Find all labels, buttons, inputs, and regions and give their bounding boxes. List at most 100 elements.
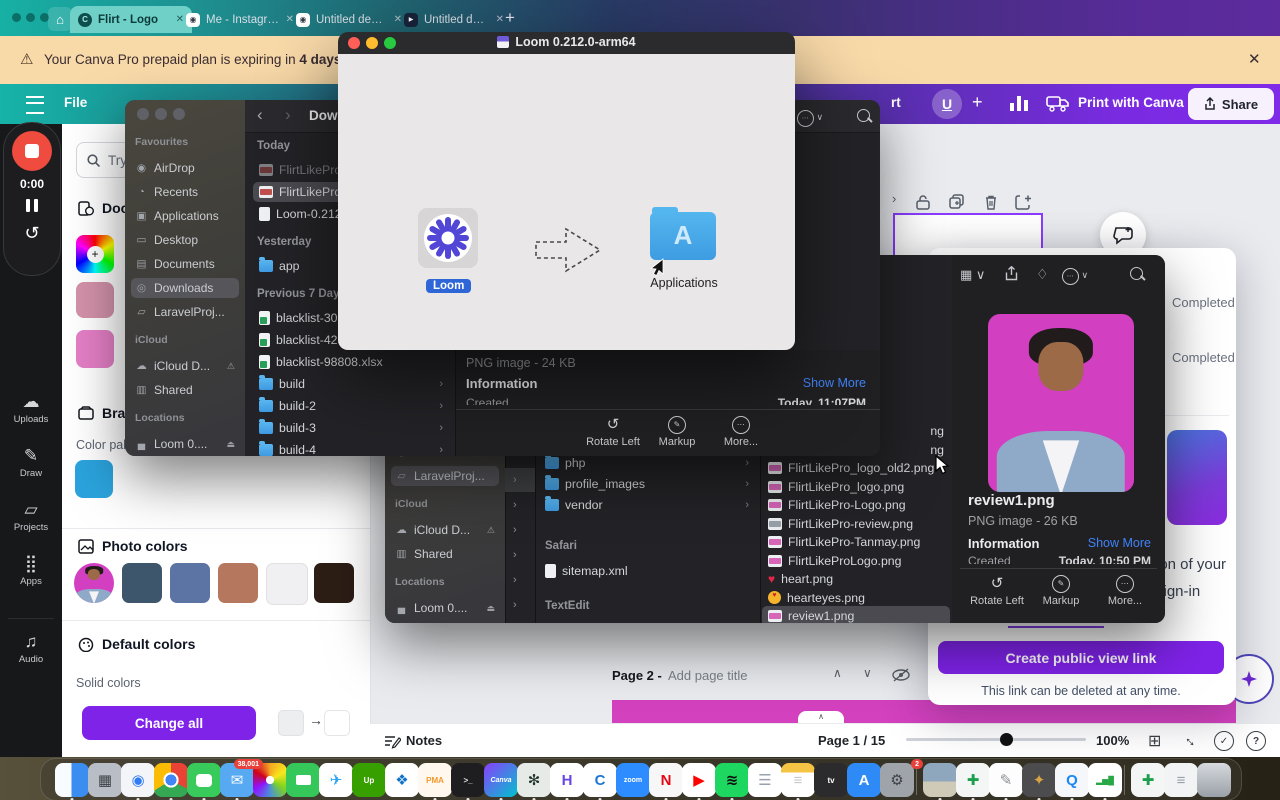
show-more-link[interactable]: Show More: [803, 376, 866, 390]
grid-view-icon[interactable]: ⊞: [1148, 731, 1161, 751]
menu-icon[interactable]: [26, 96, 44, 114]
window-control-dot[interactable]: [12, 13, 21, 22]
photo-thumbnail[interactable]: [74, 563, 114, 603]
notes-button[interactable]: Notes: [406, 733, 442, 748]
dock-item-notes[interactable]: ≡: [781, 763, 815, 797]
dock-item-finder[interactable]: [55, 763, 89, 797]
dock-item-zoom[interactable]: zoom: [616, 763, 650, 797]
zoom-window-button[interactable]: [173, 108, 185, 120]
dock-item-safari[interactable]: ◉: [121, 763, 155, 797]
dock-item-quicktime[interactable]: Q: [1055, 763, 1089, 797]
sidebar-item-shared[interactable]: ▥Shared: [391, 544, 499, 564]
file-row[interactable]: build-2›: [253, 396, 449, 416]
page-title-placeholder[interactable]: Add page title: [668, 668, 748, 683]
move-page-up-icon[interactable]: ∧: [833, 666, 842, 680]
sidebar-item-loom-0-[interactable]: ▄Loom 0....⏏: [131, 434, 239, 454]
sidebar-item-apps[interactable]: ⣿Apps: [0, 554, 62, 587]
browser-tab[interactable]: ◉Untitled design - In...✕: [288, 6, 410, 33]
file-row[interactable]: FlirtLikeProLogo.png: [762, 551, 950, 571]
add-page-icon[interactable]: [1014, 193, 1032, 211]
file-row[interactable]: hearteyes.png: [762, 588, 950, 608]
dock-item-appstore[interactable]: A: [847, 763, 881, 797]
show-more-link[interactable]: Show More: [1088, 536, 1151, 550]
loom-installer-window[interactable]: Loom 0.212.0-arm64 Loom: [338, 32, 795, 350]
photo-color-swatch[interactable]: [314, 563, 354, 603]
print-truck-icon[interactable]: [1046, 93, 1070, 113]
fullscreen-icon[interactable]: ↔: [1180, 729, 1203, 752]
dock-item-keychain[interactable]: ✦: [1022, 763, 1056, 797]
eject-icon[interactable]: ⏏: [486, 603, 495, 614]
sidebar-item-projects[interactable]: ▱Projects: [0, 500, 62, 533]
source-color-swatch[interactable]: [278, 710, 304, 736]
change-all-button[interactable]: Change all: [82, 706, 256, 740]
more-button[interactable]: ⋯: [1085, 574, 1165, 593]
file-row[interactable]: blacklist-98808.xlsx: [253, 352, 449, 372]
sidebar-item-uploads[interactable]: ☁Uploads: [0, 392, 62, 425]
dock-item-reminders[interactable]: ☰: [748, 763, 782, 797]
hide-page-icon[interactable]: [891, 667, 911, 683]
loom-app-icon[interactable]: [418, 208, 478, 268]
dock-item-phpmyadmin[interactable]: PMA: [418, 763, 452, 797]
icon-view-icon[interactable]: ▦ ∨: [960, 267, 985, 283]
dock-item-messages[interactable]: [187, 763, 221, 797]
sidebar-item-audio[interactable]: ♫Audio: [0, 632, 62, 665]
photo-color-swatch[interactable]: [266, 563, 308, 605]
photo-color-swatch[interactable]: [170, 563, 210, 603]
search-icon[interactable]: [1130, 267, 1143, 280]
dock-item-terminal[interactable]: >_: [451, 763, 485, 797]
sidebar-item-draw[interactable]: ✎Draw: [0, 446, 62, 479]
sidebar-item-recents[interactable]: ◔Recents: [131, 182, 239, 202]
search-icon[interactable]: [857, 109, 870, 122]
file-row[interactable]: build-3›: [253, 418, 449, 438]
file-row[interactable]: vendor›: [539, 495, 755, 515]
banner-close-icon[interactable]: ✕: [1248, 50, 1261, 68]
restart-record-icon[interactable]: ↺: [4, 223, 60, 244]
zoom-slider[interactable]: [906, 738, 1086, 741]
create-public-view-link-button[interactable]: Create public view link: [938, 641, 1224, 674]
browser-tab[interactable]: ▶Untitled design - M...✕: [396, 6, 512, 33]
dock-item-appletv[interactable]: tv: [814, 763, 848, 797]
forward-icon[interactable]: ›: [285, 105, 291, 125]
sidebar-item-documents[interactable]: ▤Documents: [131, 254, 239, 274]
saved-check-icon[interactable]: ✓: [1214, 731, 1234, 751]
sidebar-item-icloud-d-[interactable]: ☁iCloud D...⚠: [131, 356, 239, 376]
sidebar-item-shared[interactable]: ▥Shared: [131, 380, 239, 400]
back-icon[interactable]: ‹: [257, 105, 263, 125]
sidebar-item-laravelproj-[interactable]: ▱LaravelProj...: [131, 302, 239, 322]
file-row[interactable]: build-4›: [253, 440, 449, 456]
photo-color-swatch[interactable]: [218, 563, 258, 603]
file-row[interactable]: build›: [253, 374, 449, 394]
rotate-fragment-icon[interactable]: ›: [892, 191, 896, 206]
sidebar-item-downloads[interactable]: ◎Downloads: [131, 278, 239, 298]
minimize-window-button[interactable]: [155, 108, 167, 120]
more-actions-icon[interactable]: ⋯ ∨: [797, 108, 823, 127]
dock-item-trash[interactable]: [1197, 763, 1231, 797]
chart-icon[interactable]: [1008, 93, 1030, 113]
more-actions-icon[interactable]: ⋯ ∨: [1062, 266, 1088, 285]
file-row[interactable]: php›: [539, 453, 755, 473]
add-color-swatch[interactable]: +: [76, 235, 114, 273]
underline-button[interactable]: U: [932, 89, 962, 119]
file-row[interactable]: FlirtLikePro-Tanmay.png: [762, 532, 950, 552]
sidebar-item-desktop[interactable]: ▭Desktop: [131, 230, 239, 250]
dock-item-bird-app[interactable]: ✈: [319, 763, 353, 797]
zoom-slider-knob[interactable]: [1000, 733, 1013, 746]
sidebar-item-applications[interactable]: ▣Applications: [131, 206, 239, 226]
dock-item-excel-green-2[interactable]: ✚: [1131, 763, 1165, 797]
color-swatch[interactable]: [76, 282, 114, 318]
file-row[interactable]: sitemap.xml: [539, 561, 755, 581]
stop-record-button[interactable]: [12, 131, 52, 171]
browser-tab[interactable]: CFlirt - Logo✕: [70, 6, 192, 33]
pause-button[interactable]: [4, 199, 60, 212]
file-menu[interactable]: File: [64, 95, 87, 110]
close-window-button[interactable]: [137, 108, 149, 120]
close-tab-icon[interactable]: ✕: [496, 14, 504, 25]
share-file-icon[interactable]: [1005, 266, 1018, 281]
dock-item-mail[interactable]: ✉38,001: [220, 763, 254, 797]
dock-item-launchpad[interactable]: ▦: [88, 763, 122, 797]
eject-icon[interactable]: ⏏: [226, 439, 235, 450]
dock-item-netflix[interactable]: N: [649, 763, 683, 797]
file-row[interactable]: review1.png: [762, 606, 950, 623]
dock-item-textedit[interactable]: ✎: [989, 763, 1023, 797]
dock-item-stats[interactable]: ▂▅█: [1088, 763, 1122, 797]
